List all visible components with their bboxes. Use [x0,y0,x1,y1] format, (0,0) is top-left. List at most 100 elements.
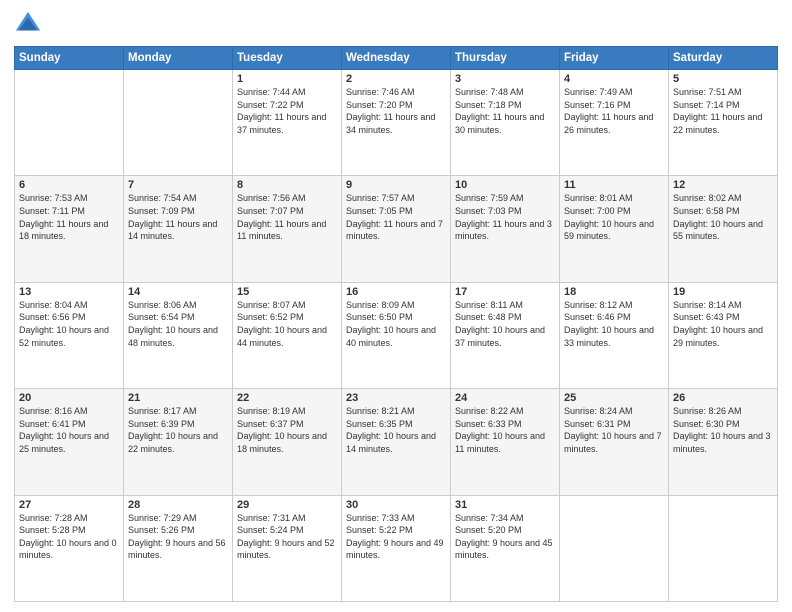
day-header-tuesday: Tuesday [233,47,342,70]
day-number: 2 [346,73,446,85]
daylight-text: Daylight: 10 hours and 59 minutes. [564,219,654,242]
day-info: Sunrise: 7:28 AM Sunset: 5:28 PM Dayligh… [19,512,119,562]
sunset-text: Sunset: 6:58 PM [673,206,740,216]
calendar-week-3: 13 Sunrise: 8:04 AM Sunset: 6:56 PM Dayl… [15,282,778,388]
sunset-text: Sunset: 7:14 PM [673,100,740,110]
logo-icon [14,10,42,38]
day-info: Sunrise: 7:54 AM Sunset: 7:09 PM Dayligh… [128,192,228,242]
day-info: Sunrise: 7:31 AM Sunset: 5:24 PM Dayligh… [237,512,337,562]
calendar-cell: 5 Sunrise: 7:51 AM Sunset: 7:14 PM Dayli… [669,70,778,176]
day-info: Sunrise: 8:01 AM Sunset: 7:00 PM Dayligh… [564,192,664,242]
calendar-cell: 8 Sunrise: 7:56 AM Sunset: 7:07 PM Dayli… [233,176,342,282]
daylight-text: Daylight: 11 hours and 30 minutes. [455,112,544,135]
sunrise-text: Sunrise: 7:33 AM [346,513,415,523]
day-info: Sunrise: 7:33 AM Sunset: 5:22 PM Dayligh… [346,512,446,562]
sunrise-text: Sunrise: 8:09 AM [346,300,415,310]
day-number: 28 [128,499,228,511]
calendar-cell: 22 Sunrise: 8:19 AM Sunset: 6:37 PM Dayl… [233,389,342,495]
sunset-text: Sunset: 7:11 PM [19,206,85,216]
day-info: Sunrise: 8:21 AM Sunset: 6:35 PM Dayligh… [346,405,446,455]
day-header-monday: Monday [124,47,233,70]
sunset-text: Sunset: 5:24 PM [237,525,304,535]
sunrise-text: Sunrise: 7:56 AM [237,193,306,203]
sunrise-text: Sunrise: 7:31 AM [237,513,306,523]
calendar-week-4: 20 Sunrise: 8:16 AM Sunset: 6:41 PM Dayl… [15,389,778,495]
sunrise-text: Sunrise: 7:57 AM [346,193,415,203]
sunset-text: Sunset: 7:03 PM [455,206,522,216]
daylight-text: Daylight: 11 hours and 3 minutes. [455,219,552,242]
daylight-text: Daylight: 11 hours and 26 minutes. [564,112,653,135]
day-info: Sunrise: 8:12 AM Sunset: 6:46 PM Dayligh… [564,299,664,349]
day-number: 15 [237,286,337,298]
day-number: 26 [673,392,773,404]
sunset-text: Sunset: 6:31 PM [564,419,631,429]
daylight-text: Daylight: 11 hours and 34 minutes. [346,112,435,135]
sunset-text: Sunset: 5:20 PM [455,525,522,535]
sunset-text: Sunset: 6:30 PM [673,419,740,429]
day-info: Sunrise: 8:06 AM Sunset: 6:54 PM Dayligh… [128,299,228,349]
sunrise-text: Sunrise: 7:49 AM [564,87,633,97]
daylight-text: Daylight: 10 hours and 0 minutes. [19,538,117,561]
day-number: 21 [128,392,228,404]
sunset-text: Sunset: 7:20 PM [346,100,413,110]
day-number: 8 [237,179,337,191]
day-info: Sunrise: 7:56 AM Sunset: 7:07 PM Dayligh… [237,192,337,242]
sunset-text: Sunset: 6:54 PM [128,312,195,322]
sunrise-text: Sunrise: 8:11 AM [455,300,523,310]
sunrise-text: Sunrise: 8:01 AM [564,193,633,203]
calendar-cell: 15 Sunrise: 8:07 AM Sunset: 6:52 PM Dayl… [233,282,342,388]
calendar-cell: 29 Sunrise: 7:31 AM Sunset: 5:24 PM Dayl… [233,495,342,601]
day-number: 9 [346,179,446,191]
sunset-text: Sunset: 6:46 PM [564,312,631,322]
calendar-cell: 25 Sunrise: 8:24 AM Sunset: 6:31 PM Dayl… [560,389,669,495]
sunset-text: Sunset: 5:22 PM [346,525,413,535]
day-number: 29 [237,499,337,511]
sunrise-text: Sunrise: 8:07 AM [237,300,306,310]
daylight-text: Daylight: 10 hours and 11 minutes. [455,431,545,454]
sunset-text: Sunset: 7:00 PM [564,206,631,216]
calendar-cell: 28 Sunrise: 7:29 AM Sunset: 5:26 PM Dayl… [124,495,233,601]
calendar-cell: 31 Sunrise: 7:34 AM Sunset: 5:20 PM Dayl… [451,495,560,601]
day-number: 18 [564,286,664,298]
daylight-text: Daylight: 10 hours and 14 minutes. [346,431,436,454]
day-number: 16 [346,286,446,298]
calendar-cell: 13 Sunrise: 8:04 AM Sunset: 6:56 PM Dayl… [15,282,124,388]
daylight-text: Daylight: 10 hours and 44 minutes. [237,325,327,348]
day-info: Sunrise: 7:57 AM Sunset: 7:05 PM Dayligh… [346,192,446,242]
calendar-cell: 1 Sunrise: 7:44 AM Sunset: 7:22 PM Dayli… [233,70,342,176]
day-number: 4 [564,73,664,85]
day-info: Sunrise: 7:59 AM Sunset: 7:03 PM Dayligh… [455,192,555,242]
day-number: 5 [673,73,773,85]
sunrise-text: Sunrise: 8:19 AM [237,406,306,416]
daylight-text: Daylight: 10 hours and 25 minutes. [19,431,109,454]
calendar-cell [560,495,669,601]
day-number: 27 [19,499,119,511]
daylight-text: Daylight: 9 hours and 52 minutes. [237,538,335,561]
sunset-text: Sunset: 6:56 PM [19,312,86,322]
daylight-text: Daylight: 10 hours and 29 minutes. [673,325,763,348]
sunset-text: Sunset: 6:48 PM [455,312,522,322]
calendar-cell [15,70,124,176]
calendar-cell: 24 Sunrise: 8:22 AM Sunset: 6:33 PM Dayl… [451,389,560,495]
calendar-cell: 17 Sunrise: 8:11 AM Sunset: 6:48 PM Dayl… [451,282,560,388]
daylight-text: Daylight: 11 hours and 14 minutes. [128,219,217,242]
day-info: Sunrise: 7:53 AM Sunset: 7:11 PM Dayligh… [19,192,119,242]
day-header-sunday: Sunday [15,47,124,70]
calendar-cell [669,495,778,601]
daylight-text: Daylight: 10 hours and 3 minutes. [673,431,771,454]
day-info: Sunrise: 8:14 AM Sunset: 6:43 PM Dayligh… [673,299,773,349]
day-header-thursday: Thursday [451,47,560,70]
daylight-text: Daylight: 11 hours and 7 minutes. [346,219,443,242]
day-info: Sunrise: 8:19 AM Sunset: 6:37 PM Dayligh… [237,405,337,455]
calendar-cell: 14 Sunrise: 8:06 AM Sunset: 6:54 PM Dayl… [124,282,233,388]
calendar-cell: 10 Sunrise: 7:59 AM Sunset: 7:03 PM Dayl… [451,176,560,282]
sunrise-text: Sunrise: 7:53 AM [19,193,88,203]
day-number: 17 [455,286,555,298]
daylight-text: Daylight: 11 hours and 11 minutes. [237,219,326,242]
daylight-text: Daylight: 10 hours and 48 minutes. [128,325,218,348]
sunset-text: Sunset: 7:18 PM [455,100,522,110]
daylight-text: Daylight: 10 hours and 37 minutes. [455,325,545,348]
day-number: 6 [19,179,119,191]
day-info: Sunrise: 7:49 AM Sunset: 7:16 PM Dayligh… [564,86,664,136]
calendar-cell: 3 Sunrise: 7:48 AM Sunset: 7:18 PM Dayli… [451,70,560,176]
